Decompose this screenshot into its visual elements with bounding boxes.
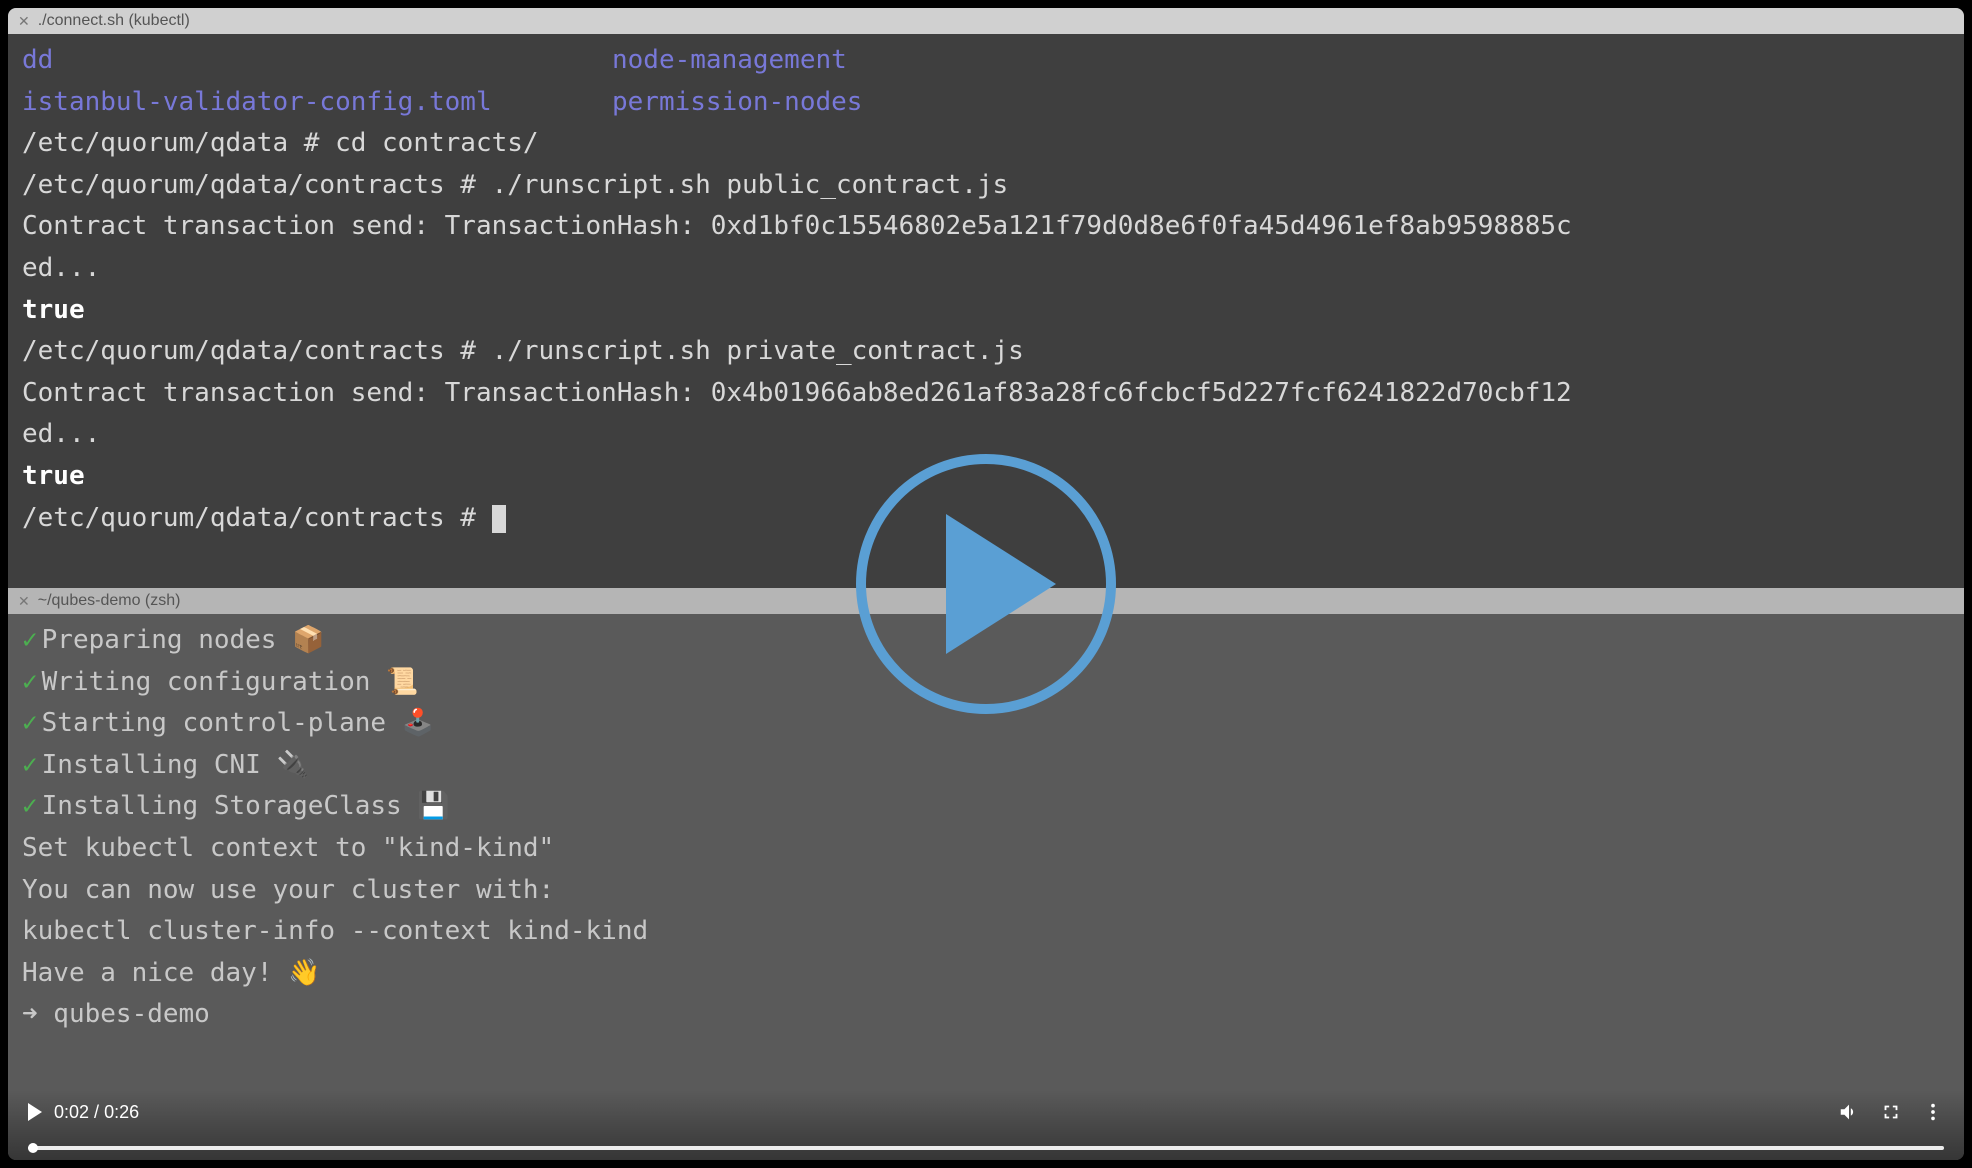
terminal-line: /etc/quorum/qdata/contracts # ./runscrip… (22, 331, 1950, 373)
check-icon: ✓ (22, 667, 38, 697)
terminal-line: Set kubectl context to "kind-kind" (22, 828, 1950, 870)
terminal-line: /etc/quorum/qdata/contracts # ./runscrip… (22, 165, 1950, 207)
current-time: 0:02 (54, 1102, 89, 1122)
prompt-text: /etc/quorum/qdata/contracts # (22, 503, 492, 533)
check-icon: ✓ (22, 750, 38, 780)
upper-terminal-tab: ✕ ./connect.sh (kubectl) (8, 8, 1964, 34)
check-icon: ✓ (22, 708, 38, 738)
cursor-icon (492, 505, 506, 533)
close-icon[interactable]: ✕ (18, 593, 30, 610)
fullscreen-icon[interactable] (1880, 1101, 1902, 1123)
ls-item: istanbul-validator-config.toml (22, 82, 612, 124)
terminal-line: true (22, 290, 1950, 332)
ls-item: node-management (612, 40, 847, 82)
close-icon[interactable]: ✕ (18, 13, 30, 30)
play-small-icon[interactable] (28, 1103, 42, 1121)
play-button[interactable] (856, 454, 1116, 714)
terminal-line: ed... (22, 248, 1950, 290)
video-controls-bar: 0:02 / 0:26 (8, 1090, 1964, 1160)
video-player[interactable]: ✕ ./connect.sh (kubectl) dd node-managem… (8, 8, 1964, 1160)
terminal-line: ✓Installing CNI 🔌 (22, 745, 1950, 787)
terminal-line: ✓Installing StorageClass 💾 (22, 786, 1950, 828)
terminal-line: Have a nice day! 👋 (22, 953, 1950, 995)
check-icon: ✓ (22, 791, 38, 821)
progress-handle[interactable] (28, 1143, 38, 1153)
volume-icon[interactable] (1838, 1101, 1860, 1123)
terminal-line: Contract transaction send: TransactionHa… (22, 206, 1950, 248)
video-time-display: 0:02 / 0:26 (54, 1102, 139, 1123)
upper-tab-title: ./connect.sh (kubectl) (38, 12, 190, 30)
total-duration: 0:26 (104, 1102, 139, 1122)
terminal-line: /etc/quorum/qdata # cd contracts/ (22, 123, 1950, 165)
check-icon: ✓ (22, 625, 38, 655)
terminal-prompt-line: ➜ qubes-demo (22, 994, 1950, 1036)
play-icon (946, 514, 1056, 654)
terminal-line: kubectl cluster-info --context kind-kind (22, 911, 1950, 953)
terminal-line: Contract transaction send: TransactionHa… (22, 373, 1950, 415)
video-progress-bar[interactable] (28, 1146, 1944, 1150)
lower-tab-title: ~/qubes-demo (zsh) (38, 592, 181, 610)
terminal-line: You can now use your cluster with: (22, 870, 1950, 912)
ls-item: dd (22, 40, 612, 82)
ls-item: permission-nodes (612, 82, 862, 124)
terminal-line: ed... (22, 414, 1950, 456)
more-options-icon[interactable] (1922, 1101, 1944, 1123)
